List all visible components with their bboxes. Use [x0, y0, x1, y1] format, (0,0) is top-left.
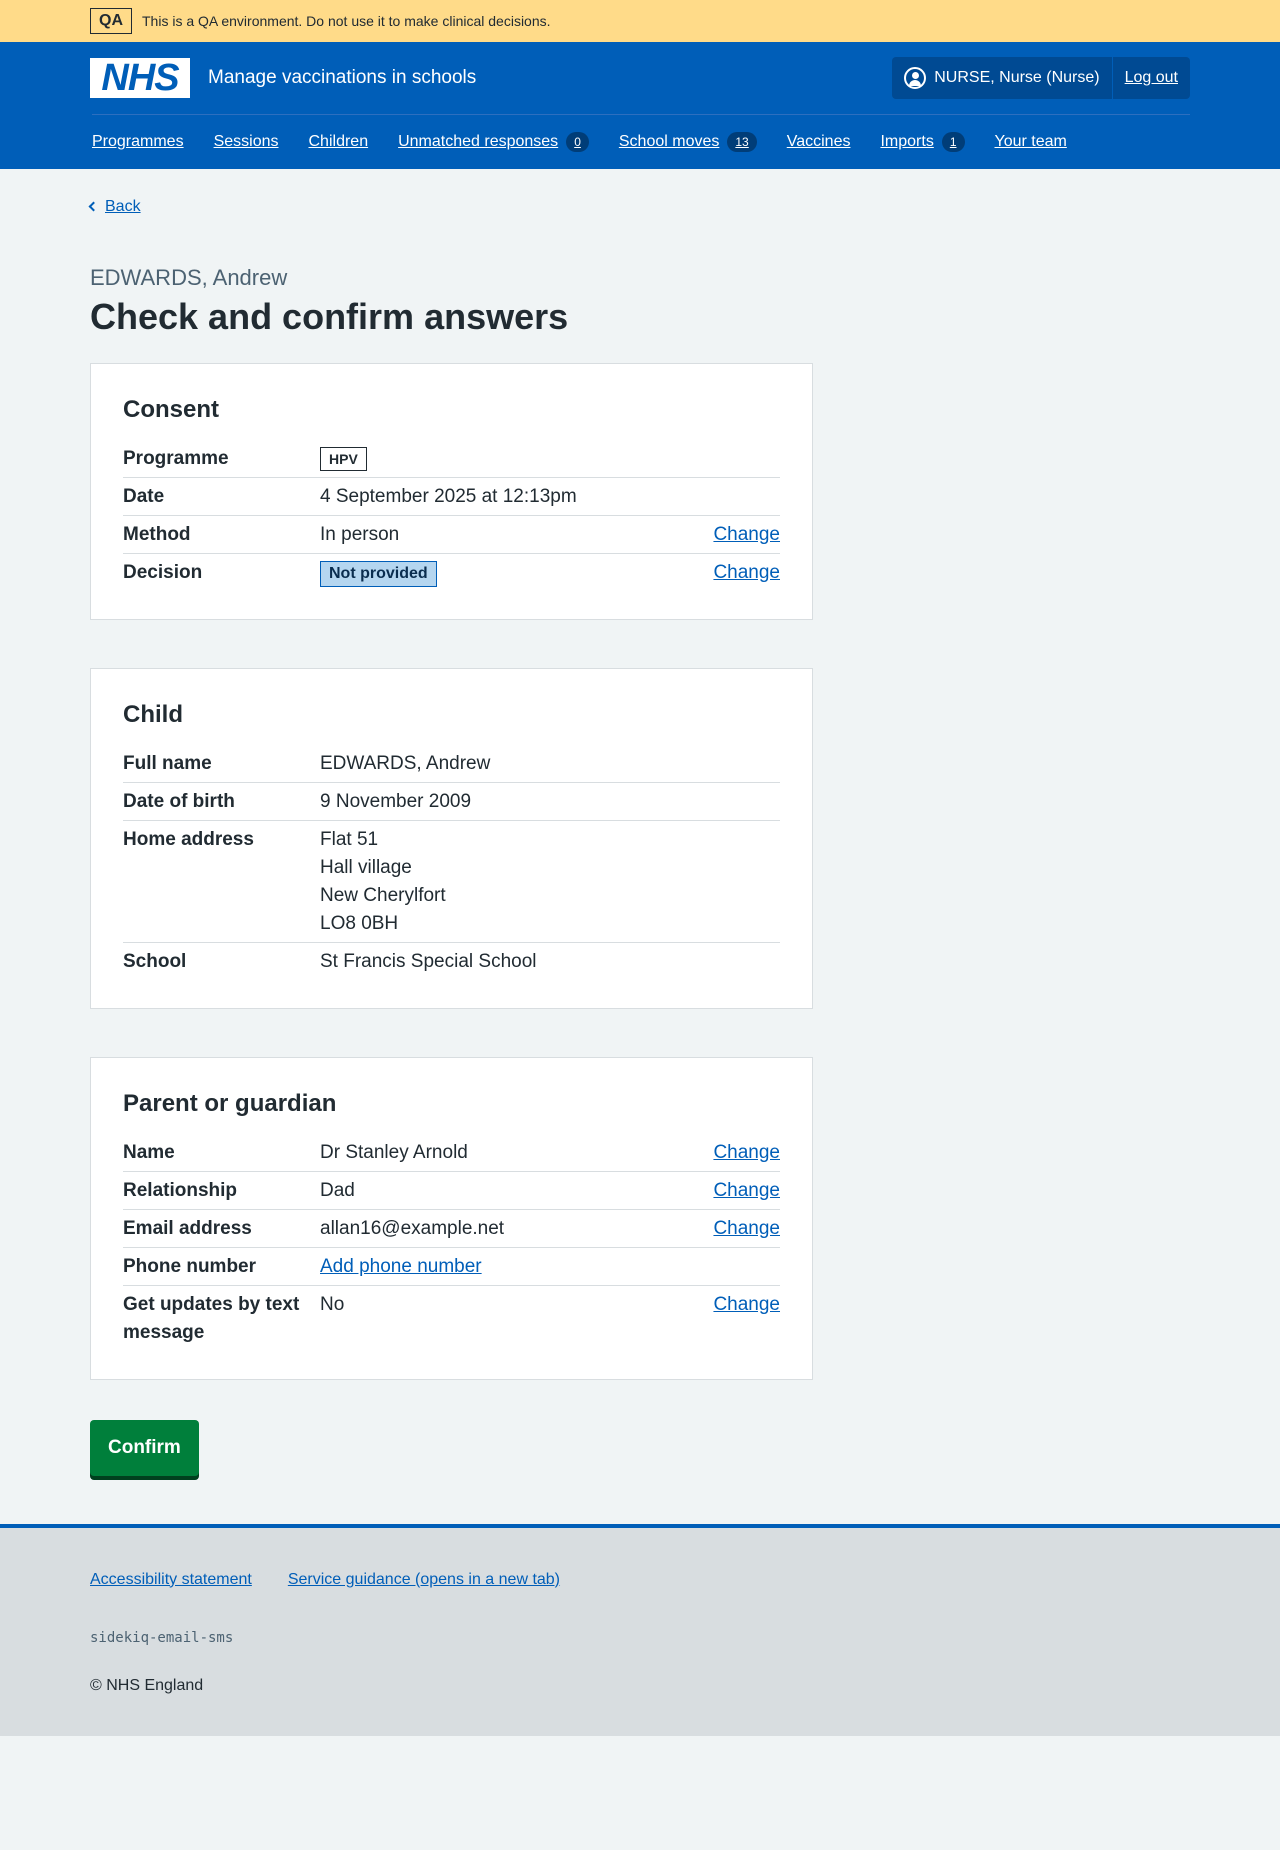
footer: Accessibility statement Service guidance…: [0, 1523, 1280, 1736]
header: NHS Manage vaccinations in schools NURSE…: [0, 42, 1280, 169]
imports-count-badge: 1: [941, 132, 965, 152]
school-moves-count-badge: 13: [727, 132, 757, 152]
child-heading: Child: [123, 700, 183, 728]
parent-card: Parent or guardian Name Dr Stanley Arnol…: [90, 1056, 813, 1380]
user-icon: [904, 67, 927, 89]
summary-key: Date of birth: [123, 790, 235, 812]
nav-imports-label: Imports: [880, 133, 934, 150]
qa-environment-banner: QA This is a QA environment. Do not use …: [0, 0, 1280, 42]
change-text-updates-link[interactable]: Change: [713, 1294, 780, 1315]
summary-row-date-of-birth: Date of birth 9 November 2009: [123, 783, 780, 821]
confirm-button[interactable]: Confirm: [90, 1419, 199, 1476]
summary-row-date: Date 4 September 2025 at 12:13pm: [123, 478, 780, 516]
summary-value: St Francis Special School: [320, 950, 537, 972]
consent-card: Consent Programme HPV Date 4 September 2…: [90, 362, 813, 620]
nav-your-team[interactable]: Your team: [995, 128, 1067, 156]
change-relationship-link[interactable]: Change: [713, 1180, 780, 1201]
summary-row-programme: Programme HPV: [123, 440, 780, 478]
consent-heading: Consent: [123, 395, 219, 423]
change-decision-link[interactable]: Change: [713, 562, 780, 583]
address-line: Flat 51: [320, 828, 379, 850]
main-content: Back EDWARDS, Andrew Check and confirm a…: [88, 169, 1190, 1516]
summary-key: Get updates by text message: [123, 1293, 300, 1343]
account-user-name: NURSE, Nurse (Nurse): [934, 69, 1100, 86]
nav-unmatched-responses[interactable]: Unmatched responses 0: [398, 128, 589, 156]
unmatched-responses-count-badge: 0: [566, 132, 589, 152]
summary-key: School: [123, 950, 187, 972]
summary-value: Dr Stanley Arnold: [320, 1141, 468, 1163]
address-line: LO8 0BH: [320, 912, 399, 934]
nav-vaccines[interactable]: Vaccines: [787, 128, 851, 156]
back-link[interactable]: Back: [88, 193, 141, 221]
decision-status-tag: Not provided: [320, 560, 437, 587]
home-address: Flat 51 Hall village New Cherylfort LO8 …: [320, 826, 780, 938]
programme-tag: HPV: [320, 446, 367, 471]
summary-value: 9 November 2009: [320, 790, 472, 812]
summary-row-full-name: Full name EDWARDS, Andrew: [123, 745, 780, 783]
summary-key: Method: [123, 523, 191, 545]
copyright: © NHS England: [90, 1676, 204, 1694]
summary-value: EDWARDS, Andrew: [320, 752, 491, 774]
summary-key: Full name: [123, 752, 212, 774]
nav-unmatched-responses-label: Unmatched responses: [398, 133, 559, 150]
summary-value: In person: [320, 523, 400, 545]
summary-key: Date: [123, 485, 165, 507]
account-user: NURSE, Nurse (Nurse): [892, 57, 1111, 99]
summary-row-email: Email address allan16@example.net Change: [123, 1210, 780, 1248]
back-link-label: Back: [105, 197, 141, 215]
nav-programmes[interactable]: Programmes: [92, 128, 184, 156]
summary-row-school: School St Francis Special School: [123, 943, 780, 980]
summary-row-name: Name Dr Stanley Arnold Change: [123, 1134, 780, 1172]
parent-heading: Parent or guardian: [123, 1089, 337, 1117]
service-name[interactable]: Manage vaccinations in schools: [208, 64, 476, 92]
summary-key: Home address: [123, 828, 254, 850]
page-title: Check and confirm answers: [90, 295, 569, 337]
child-card: Child Full name EDWARDS, Andrew Date of …: [90, 667, 813, 1009]
page-caption: EDWARDS, Andrew: [90, 264, 288, 290]
summary-key: Relationship: [123, 1179, 238, 1201]
summary-value: 4 September 2025 at 12:13pm: [320, 485, 577, 507]
address-line: Hall village: [320, 856, 412, 878]
summary-value: Dad: [320, 1179, 355, 1201]
summary-key: Programme: [123, 447, 229, 469]
summary-row-phone: Phone number Add phone number: [123, 1248, 780, 1286]
chevron-left-icon: [88, 201, 99, 212]
nhs-logo[interactable]: NHS: [90, 58, 190, 98]
change-method-link[interactable]: Change: [713, 524, 780, 545]
summary-row-home-address: Home address Flat 51 Hall village New Ch…: [123, 821, 780, 943]
nav-imports[interactable]: Imports 1: [880, 128, 965, 156]
nav-school-moves-label: School moves: [618, 133, 720, 150]
summary-key: Name: [123, 1141, 175, 1163]
summary-key: Email address: [123, 1217, 252, 1239]
logout-link[interactable]: Log out: [1113, 57, 1190, 99]
nav-children[interactable]: Children: [309, 128, 369, 156]
environment-code: sidekiq-email-sms: [90, 1629, 234, 1646]
nav-sessions[interactable]: Sessions: [214, 128, 279, 156]
account-menu: NURSE, Nurse (Nurse) Log out: [892, 57, 1190, 99]
summary-value: allan16@example.net: [320, 1217, 505, 1239]
change-email-link[interactable]: Change: [713, 1218, 780, 1239]
nav-school-moves[interactable]: School moves 13: [619, 128, 757, 156]
qa-banner-text: This is a QA environment. Do not use it …: [142, 13, 551, 29]
add-phone-number-link[interactable]: Add phone number: [320, 1256, 482, 1277]
accessibility-statement-link[interactable]: Accessibility statement: [90, 1566, 252, 1594]
summary-row-decision: Decision Not provided Change: [123, 554, 780, 591]
summary-key: Phone number: [123, 1255, 257, 1277]
service-guidance-link[interactable]: Service guidance (opens in a new tab): [288, 1566, 560, 1594]
summary-row-relationship: Relationship Dad Change: [123, 1172, 780, 1210]
qa-tag: QA: [90, 8, 132, 34]
change-name-link[interactable]: Change: [713, 1142, 780, 1163]
summary-row-text-updates: Get updates by text message No Change: [123, 1286, 780, 1351]
primary-navigation: Programmes Sessions Children Unmatched r…: [92, 114, 1190, 169]
summary-row-method: Method In person Change: [123, 516, 780, 554]
summary-value: No: [320, 1293, 345, 1315]
summary-key: Decision: [123, 561, 203, 583]
address-line: New Cherylfort: [320, 884, 446, 906]
brand[interactable]: NHS Manage vaccinations in schools: [90, 58, 476, 98]
